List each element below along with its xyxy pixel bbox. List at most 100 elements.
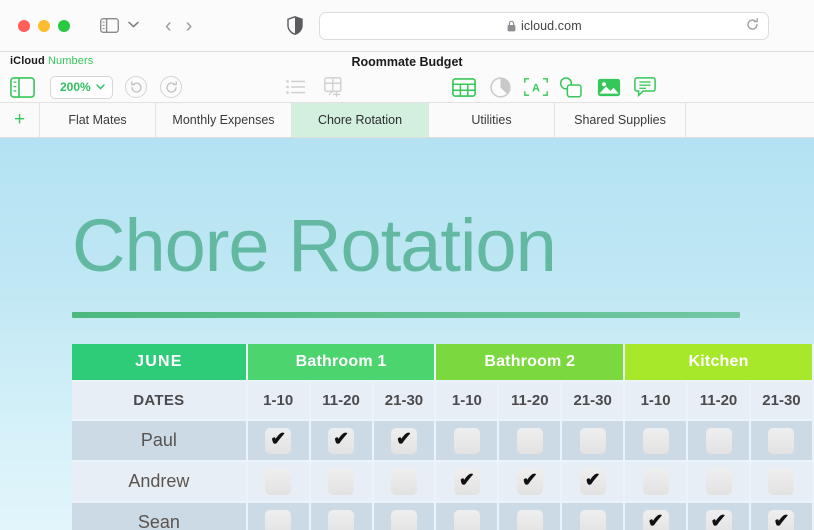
check-icon [391, 467, 417, 493]
svg-text:A: A [532, 82, 540, 94]
checkbox-cell[interactable]: ✔ [310, 421, 374, 462]
media-image-icon[interactable] [597, 71, 621, 103]
checkbox-cell[interactable] [688, 462, 751, 503]
insert-table-row-icon[interactable] [324, 71, 346, 103]
checkbox-cell[interactable]: ✔ [373, 421, 437, 462]
check-icon: ✔ [584, 469, 601, 491]
checkbox-cell[interactable] [688, 421, 751, 462]
table-icon[interactable] [452, 71, 476, 103]
checkbox-cell[interactable] [499, 421, 563, 462]
zoom-window-button[interactable] [58, 19, 70, 32]
group-header-bathroom-1: Bathroom 1 [247, 344, 437, 382]
checkbox-cell[interactable] [373, 503, 437, 530]
checkbox-cell[interactable] [436, 421, 500, 462]
check-icon [265, 508, 291, 530]
comment-icon[interactable] [634, 71, 656, 103]
checkbox-cell[interactable] [750, 462, 814, 503]
checkbox-cell[interactable]: ✔ [247, 421, 311, 462]
checkbox: ✔ [516, 468, 543, 495]
check-icon: ✔ [270, 428, 287, 450]
table-row[interactable]: Andrew ✔ ✔ ✔ [72, 462, 814, 503]
date-range-b2-3: 21-30 [562, 382, 626, 421]
minimize-window-button[interactable] [38, 19, 50, 32]
shape-icon[interactable] [560, 71, 583, 103]
checkbox-cell[interactable] [562, 503, 626, 530]
address-bar[interactable]: icloud.com [319, 11, 770, 40]
date-range-b1-2: 11-20 [310, 382, 374, 421]
sidebar-icon[interactable] [100, 18, 119, 33]
table-dates-row: DATES 1-10 11-20 21-30 1-10 11-20 21-30 … [72, 382, 814, 421]
checkbox-cell[interactable] [373, 462, 437, 503]
checkbox-cell[interactable]: ✔ [750, 503, 814, 530]
check-icon [768, 467, 794, 493]
checkbox-cell[interactable]: ✔ [499, 462, 563, 503]
date-range-k-2: 11-20 [688, 382, 751, 421]
check-icon [328, 467, 354, 493]
checkbox-cell[interactable] [750, 421, 814, 462]
close-window-button[interactable] [18, 19, 30, 32]
checkbox-cell[interactable] [562, 421, 626, 462]
check-icon [580, 508, 606, 530]
zoom-select[interactable]: 200% [50, 71, 113, 103]
chart-icon[interactable] [490, 71, 511, 103]
checkbox [390, 467, 417, 495]
forward-button[interactable]: › [186, 16, 193, 36]
sheet-tab-utilities[interactable]: Utilities [429, 103, 555, 137]
group-header-kitchen: Kitchen [625, 344, 814, 382]
sheet-tab-chore-rotation[interactable]: Chore Rotation [292, 103, 429, 137]
checkbox-cell[interactable] [247, 462, 311, 503]
checkbox [579, 508, 606, 530]
check-icon: ✔ [333, 428, 350, 450]
date-range-b2-1: 1-10 [436, 382, 500, 421]
checkbox-cell[interactable] [625, 462, 689, 503]
date-range-k-1: 1-10 [625, 382, 689, 421]
back-button[interactable]: ‹ [165, 16, 172, 36]
checkbox-cell[interactable] [436, 503, 500, 530]
chore-rotation-table[interactable]: JUNE Bathroom 1 Bathroom 2 Kitchen DATES… [72, 344, 814, 530]
checkbox-cell[interactable] [499, 503, 563, 530]
checkbox-cell[interactable] [247, 503, 311, 530]
checkbox-cell[interactable]: ✔ [436, 462, 500, 503]
checkbox [265, 508, 292, 530]
check-icon [454, 508, 480, 530]
text-box-icon[interactable]: A [524, 71, 548, 103]
window-controls [18, 19, 70, 32]
navigation-buttons: ‹ › [165, 16, 192, 36]
checkbox [265, 467, 292, 495]
check-icon [517, 426, 543, 452]
checkbox-cell[interactable]: ✔ [562, 462, 626, 503]
spreadsheet-canvas[interactable]: Chore Rotation JUNE Bathroom 1 Bathroom … [0, 138, 814, 530]
person-name-paul: Paul [72, 421, 248, 462]
checkbox [579, 427, 606, 454]
checkbox-cell[interactable] [310, 462, 374, 503]
document-sidebar-icon[interactable] [10, 71, 35, 103]
chevron-down-icon[interactable] [128, 20, 139, 31]
check-icon [391, 508, 417, 530]
dates-label: DATES [72, 382, 248, 421]
checkbox [705, 467, 732, 495]
table-row[interactable]: Paul ✔ ✔ ✔ [72, 421, 814, 462]
group-header-bathroom-2: Bathroom 2 [436, 344, 626, 382]
privacy-shield-icon[interactable] [287, 16, 304, 35]
checkbox-cell[interactable]: ✔ [688, 503, 751, 530]
table-row[interactable]: Sean ✔ ✔ ✔ [72, 503, 814, 530]
checkbox-cell[interactable] [625, 421, 689, 462]
add-sheet-button[interactable]: + [0, 103, 40, 137]
sheet-tab-flat-mates[interactable]: Flat Mates [40, 103, 156, 137]
person-name-sean: Sean [72, 503, 248, 530]
check-icon [706, 467, 732, 493]
sheet-tab-shared-supplies[interactable]: Shared Supplies [555, 103, 686, 137]
sheet-tab-monthly-expenses[interactable]: Monthly Expenses [156, 103, 292, 137]
date-range-b1-3: 21-30 [373, 382, 437, 421]
redo-button[interactable] [160, 71, 182, 103]
checkbox [453, 427, 480, 454]
check-icon [706, 426, 732, 452]
undo-button[interactable] [125, 71, 147, 103]
reload-icon[interactable] [746, 17, 759, 34]
list-icon[interactable] [286, 71, 306, 103]
checkbox-cell[interactable]: ✔ [625, 503, 689, 530]
checkbox: ✔ [642, 509, 669, 530]
checkbox-cell[interactable] [310, 503, 374, 530]
check-icon [265, 467, 291, 493]
date-range-k-3: 21-30 [750, 382, 814, 421]
